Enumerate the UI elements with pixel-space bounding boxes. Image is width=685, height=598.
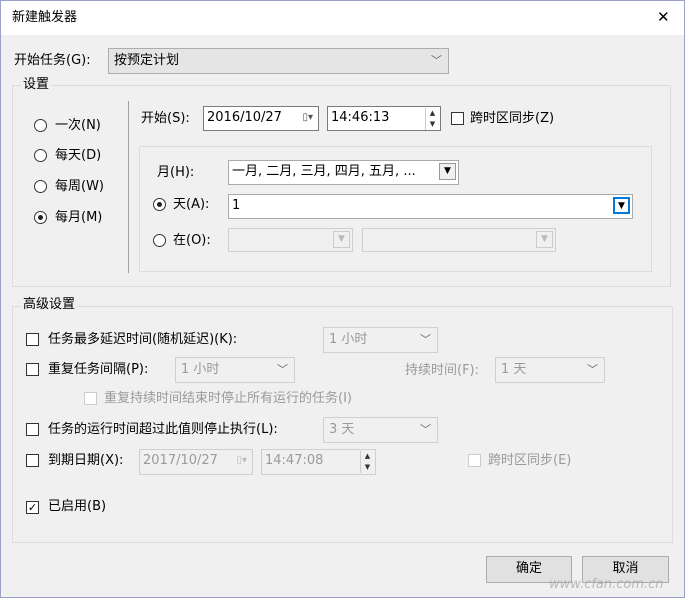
advanced-legend: 高级设置 xyxy=(21,297,78,313)
radio-once-label: 一次(N) xyxy=(55,118,101,133)
calendar-icon[interactable]: ▯▾ xyxy=(302,107,313,129)
close-icon[interactable]: ✕ xyxy=(657,9,670,25)
repeat-value: 1 小时 xyxy=(181,362,220,377)
watermark: www.cfan.com.cn xyxy=(549,577,664,592)
stop-if-value: 3 天 xyxy=(329,422,355,437)
on-week-select[interactable]: ▼ xyxy=(228,228,353,252)
on-weekday-select[interactable]: ▼ xyxy=(362,228,556,252)
dropdown-arrow-icon: ▼ xyxy=(333,231,350,248)
stop-all-checkbox[interactable] xyxy=(84,392,97,405)
radio-daily[interactable] xyxy=(34,149,47,162)
duration-value: 1 天 xyxy=(501,362,527,377)
begin-task-select[interactable]: 按预定计划 ﹀ xyxy=(108,48,449,74)
chevron-down-icon: ﹀ xyxy=(431,54,442,67)
radio-weekly-label: 每周(W) xyxy=(55,179,104,194)
duration-select[interactable]: 1 天 ﹀ xyxy=(495,357,605,383)
calendar-icon: ▯▾ xyxy=(236,455,247,466)
expire-date-picker[interactable]: 2017/10/27 ▯▾ xyxy=(139,449,253,475)
chevron-down-icon: ﹀ xyxy=(277,363,288,376)
start-date-picker[interactable]: 2016/10/27 ▯▾ xyxy=(203,106,319,131)
repeat-checkbox[interactable] xyxy=(26,363,39,376)
time-spinner: ▲ ▼ xyxy=(360,451,374,473)
stop-if-checkbox[interactable] xyxy=(26,423,39,436)
stop-if-label: 任务的运行时间超过此值则停止执行(L): xyxy=(48,422,278,437)
enabled-checkbox[interactable]: ✓ xyxy=(26,501,39,514)
chevron-down-icon: ﹀ xyxy=(420,423,431,436)
on-label: 在(O): xyxy=(173,233,211,248)
expire-checkbox[interactable] xyxy=(26,454,39,467)
radio-daily-label: 每天(D) xyxy=(55,148,102,163)
begin-task-label: 开始任务(G): xyxy=(14,53,91,68)
duration-label: 持续时间(F): xyxy=(405,363,480,378)
expire-sync-checkbox[interactable] xyxy=(468,454,481,467)
days-value: 1 xyxy=(232,198,241,213)
months-label: 月(H): xyxy=(157,165,195,180)
dropdown-arrow-icon: ▼ xyxy=(536,231,553,248)
dropdown-arrow-icon[interactable]: ▼ xyxy=(613,197,630,214)
dropdown-arrow-icon[interactable]: ▼ xyxy=(439,163,456,180)
new-trigger-dialog: 新建触发器 ✕ 开始任务(G): 按预定计划 ﹀ 设置 一次(N) 每天(D) 每… xyxy=(0,0,685,598)
start-time-value: 14:46:13 xyxy=(331,110,390,125)
enabled-label: 已启用(B) xyxy=(48,499,107,514)
stop-all-label: 重复持续时间结束时停止所有运行的任务(I) xyxy=(104,391,352,406)
expire-label: 到期日期(X): xyxy=(48,453,124,468)
months-value: 一月, 二月, 三月, 四月, 五月, ... xyxy=(232,164,416,179)
start-label: 开始(S): xyxy=(141,111,190,126)
stop-if-select[interactable]: 3 天 ﹀ xyxy=(323,417,438,443)
days-label: 天(A): xyxy=(173,197,210,212)
radio-days[interactable] xyxy=(153,198,166,211)
begin-task-value: 按预定计划 xyxy=(114,53,180,68)
sync-timezone-label: 跨时区同步(Z) xyxy=(470,111,555,126)
settings-legend: 设置 xyxy=(21,77,52,93)
months-select[interactable]: 一月, 二月, 三月, 四月, 五月, ... ▼ xyxy=(228,160,459,185)
radio-monthly-label: 每月(M) xyxy=(55,210,103,225)
repeat-select[interactable]: 1 小时 ﹀ xyxy=(175,357,295,383)
time-spinner[interactable]: ▲ ▼ xyxy=(425,108,439,130)
radio-weekly[interactable] xyxy=(34,180,47,193)
start-time-input[interactable]: 14:46:13 ▲ ▼ xyxy=(327,106,441,131)
chevron-down-icon: ﹀ xyxy=(420,333,431,346)
title-bar: 新建触发器 ✕ xyxy=(1,1,684,35)
expire-date-value: 2017/10/27 xyxy=(143,453,218,468)
delay-label: 任务最多延迟时间(随机延迟)(K): xyxy=(48,332,238,347)
window-title: 新建触发器 xyxy=(12,10,78,25)
radio-monthly[interactable] xyxy=(34,211,47,224)
radio-once[interactable] xyxy=(34,119,47,132)
expire-sync-label: 跨时区同步(E) xyxy=(488,453,572,468)
radio-on[interactable] xyxy=(153,234,166,247)
sync-timezone-checkbox[interactable] xyxy=(451,112,464,125)
start-date-value: 2016/10/27 xyxy=(207,110,282,125)
delay-value: 1 小时 xyxy=(329,332,368,347)
delay-checkbox[interactable] xyxy=(26,333,39,346)
expire-time-input[interactable]: 14:47:08 ▲ ▼ xyxy=(261,449,376,475)
delay-select[interactable]: 1 小时 ﹀ xyxy=(323,327,438,353)
repeat-label: 重复任务间隔(P): xyxy=(48,362,149,377)
expire-time-value: 14:47:08 xyxy=(265,453,324,468)
days-select[interactable]: 1 ▼ xyxy=(228,194,633,219)
separator xyxy=(128,101,129,273)
chevron-down-icon: ﹀ xyxy=(587,363,598,376)
